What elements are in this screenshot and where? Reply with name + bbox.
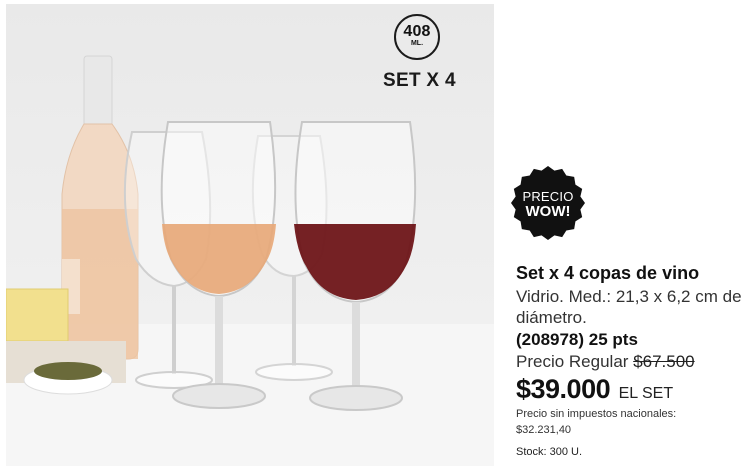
promo-line-2: WOW! bbox=[525, 203, 571, 220]
product-description: Vidrio. Med.: 21,3 x 6,2 cm de diámetro. bbox=[516, 287, 742, 327]
tax-note-value: $32.231,40 bbox=[516, 424, 572, 436]
product-photo: 408 ML. SET X 4 bbox=[6, 4, 494, 466]
promo-line-1: PRECIO bbox=[522, 189, 574, 204]
capacity-badge: 408 ML. bbox=[394, 14, 440, 60]
product-code-points: (208978) 25 pts bbox=[516, 330, 638, 349]
regular-price-value: $67.500 bbox=[633, 352, 695, 371]
offer-price-row: $39.000 EL SET bbox=[516, 373, 752, 405]
capacity-unit: ML. bbox=[410, 40, 424, 47]
regular-price-label: Precio Regular bbox=[516, 352, 629, 371]
tax-note-label: Precio sin impuestos nacionales: bbox=[516, 408, 677, 420]
set-size-label: SET X 4 bbox=[383, 70, 456, 91]
offer-price: $39.000 bbox=[516, 374, 611, 404]
stock-count: Stock: 300 U. bbox=[516, 446, 583, 458]
capacity-value: 408 bbox=[403, 23, 431, 40]
tax-note: Precio sin impuestos nacionales: $32.231… bbox=[516, 406, 752, 438]
precio-wow-badge: PRECIO WOW! bbox=[510, 165, 586, 241]
product-title: Set x 4 copas de vino bbox=[516, 263, 700, 283]
offer-unit: EL SET bbox=[618, 385, 674, 402]
regular-price-row: Precio Regular $67.500 bbox=[516, 351, 752, 372]
product-info: Set x 4 copas de vino Vidrio. Med.: 21,3… bbox=[516, 262, 752, 459]
